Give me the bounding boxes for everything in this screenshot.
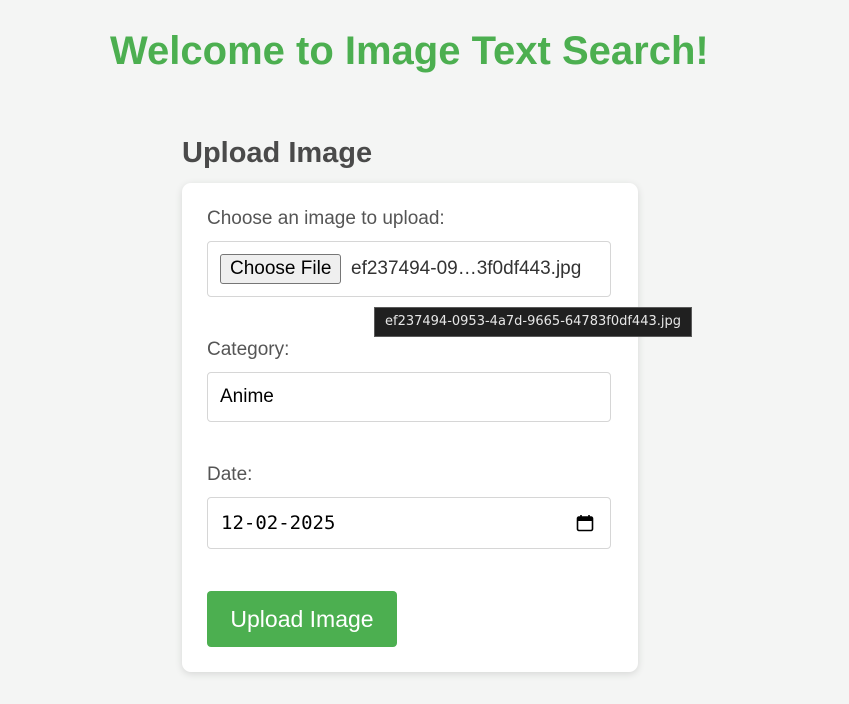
upload-image-button[interactable]: Upload Image bbox=[207, 591, 397, 647]
date-input[interactable]: 12-02-2025 bbox=[207, 497, 611, 549]
category-input[interactable] bbox=[207, 372, 611, 422]
file-input[interactable]: Choose File ef237494-09…3f0df443.jpg bbox=[207, 241, 611, 297]
date-label: Date: bbox=[207, 464, 253, 485]
file-name-tooltip: ef237494-0953-4a7d-9665-64783f0df443.jpg bbox=[374, 307, 692, 337]
selected-file-name: ef237494-09…3f0df443.jpg bbox=[351, 258, 582, 279]
calendar-icon[interactable] bbox=[576, 514, 594, 532]
upload-form-card: Choose an image to upload: Choose File e… bbox=[182, 183, 638, 672]
category-label: Category: bbox=[207, 339, 290, 360]
date-value: 12-02-2025 bbox=[221, 512, 336, 534]
page-title: Welcome to Image Text Search! bbox=[110, 29, 709, 73]
choose-file-button[interactable]: Choose File bbox=[220, 254, 342, 284]
upload-section-title: Upload Image bbox=[182, 137, 373, 169]
file-label: Choose an image to upload: bbox=[207, 208, 445, 229]
